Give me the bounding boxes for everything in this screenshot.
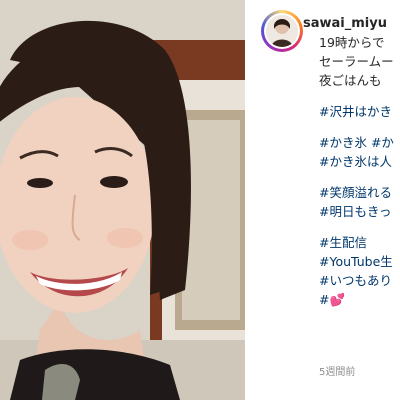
caption-text-line: 夜ごはんも	[319, 71, 400, 90]
caption-hashtag-line[interactable]: #いつもあり	[319, 271, 400, 290]
hashtag-text: #笑顔溢れる	[319, 185, 392, 200]
caption-hashtag-line[interactable]: #笑顔溢れる	[319, 183, 400, 202]
caption-pane: sawai_miyu 19時からで セーラームー 夜ごはんも #沢井はかき #かき氷 #…	[245, 0, 400, 400]
username[interactable]: sawai_miyu	[303, 16, 387, 31]
instagram-post: sawai_miyu 19時からで セーラームー 夜ごはんも #沢井はかき #かき氷 #…	[0, 0, 400, 400]
caption-hashtag-line[interactable]: #💕	[319, 290, 400, 309]
caption-text: 夜ごはんも	[319, 73, 382, 88]
caption-hashtag-line[interactable]: #かき氷は人	[319, 152, 400, 171]
hashtag-text: #生配信	[319, 235, 367, 250]
caption-text-line: 19時からで	[319, 33, 400, 52]
hashtag-text: #いつもあり	[319, 273, 392, 288]
hashtag-text: #かき氷は人	[319, 154, 392, 169]
hashtag-text: #かき氷 #か	[319, 135, 394, 150]
post-caption: 19時からで セーラームー 夜ごはんも #沢井はかき #かき氷 #か #かき氷は人 #笑顔溢…	[319, 33, 400, 309]
avatar-border	[264, 13, 300, 49]
avatar-story-ring[interactable]	[261, 10, 303, 52]
caption-hashtag-line[interactable]: #かき氷 #か	[319, 133, 400, 152]
caption-hashtag-line[interactable]: #明日もきっ	[319, 202, 400, 221]
post-photo[interactable]	[0, 0, 245, 400]
hashtag-text: #	[319, 292, 330, 307]
caption-hashtag-line[interactable]: #YouTube生	[319, 252, 400, 271]
avatar-image-icon	[266, 15, 298, 47]
avatar	[266, 15, 298, 47]
caption-text: 19時からで	[319, 35, 385, 50]
hashtag-text: #明日もきっ	[319, 204, 392, 219]
caption-hashtag-line[interactable]: #生配信	[319, 233, 400, 252]
caption-text-line: セーラームー	[319, 52, 400, 71]
caption-text: セーラームー	[319, 54, 394, 69]
caption-hashtag-line[interactable]: #沢井はかき	[319, 102, 400, 121]
portrait-illustration	[0, 0, 245, 400]
heart-emoji-icon: 💕	[329, 292, 346, 307]
hashtag-text: #YouTube生	[319, 254, 393, 269]
hashtag-text: #沢井はかき	[319, 104, 392, 119]
post-timestamp[interactable]: 5週間前	[319, 363, 355, 378]
